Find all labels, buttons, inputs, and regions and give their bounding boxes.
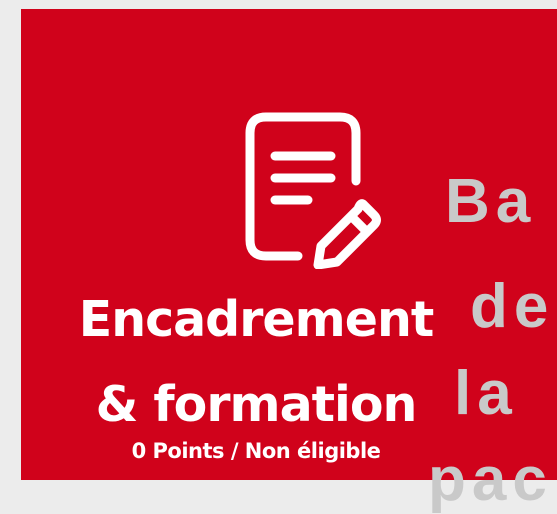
overlay-heading-line2: de [470, 272, 555, 341]
card-title-line2: & formation [95, 376, 418, 433]
overlay-heading-line3: la [454, 359, 518, 428]
overlay-heading-line1: Ba [445, 167, 537, 236]
points-status-text: 0 Points / Non éligible [131, 439, 381, 463]
card-title-line1: Encadrement [78, 291, 435, 348]
overlay-heading-line4: pac [428, 445, 553, 514]
document-pencil-icon [236, 109, 391, 269]
